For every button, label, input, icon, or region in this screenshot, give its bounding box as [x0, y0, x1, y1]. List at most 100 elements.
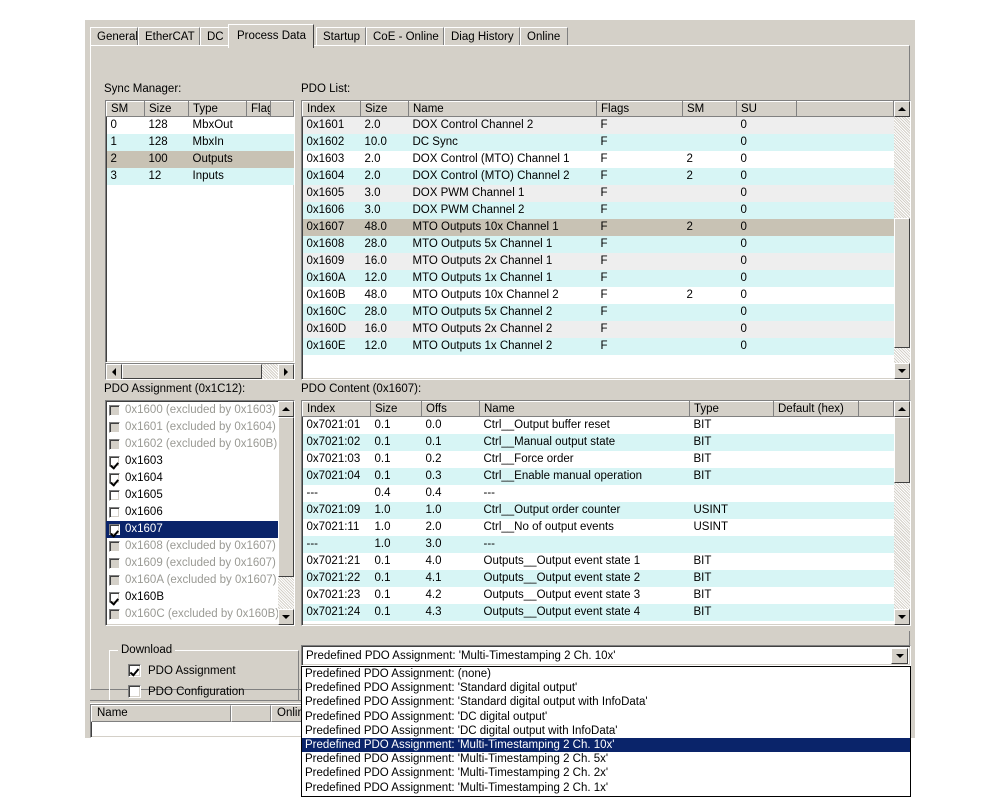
predefined-pdo-assignment-option[interactable]: Predefined PDO Assignment: 'DC digital o…	[302, 724, 910, 738]
scroll-up-button[interactable]	[894, 401, 910, 417]
pdo-list-row[interactable]: 0x1605 3.0 DOX PWM Channel 1F 0	[302, 185, 894, 202]
predefined-pdo-assignment-option[interactable]: Predefined PDO Assignment: 'Standard dig…	[302, 681, 910, 695]
pdo-assignment-item-checkbox[interactable]	[109, 524, 120, 535]
pdo-list-row[interactable]: 0x1609 16.0 MTO Outputs 2x Channel 1F 0	[302, 253, 894, 270]
sync-manager-col-sm[interactable]: SM	[106, 101, 145, 117]
pdo-list-row[interactable]: 0x1602 10.0 DC Sync F 0	[302, 134, 894, 151]
predefined-pdo-assignment-option[interactable]: Predefined PDO Assignment: 'Multi-Timest…	[302, 752, 910, 766]
pdo-content-col-type[interactable]: Type	[689, 401, 774, 417]
predefined-pdo-assignment-option[interactable]: Predefined PDO Assignment: 'Multi-Timest…	[302, 781, 910, 795]
pdo-assignment-item[interactable]: 0x160C (excluded by 0x160B)	[106, 606, 278, 623]
scroll-right-button[interactable]	[278, 364, 294, 379]
pdo-list-col-sm[interactable]: SM	[682, 101, 737, 117]
pdo-content-col-index[interactable]: Index	[302, 401, 371, 417]
pdo-assignment-item-checkbox[interactable]	[109, 507, 120, 518]
scroll-up-button[interactable]	[278, 401, 294, 417]
pdo-list-row[interactable]: 0x160E 12.0 MTO Outputs 1x Channel 2F 0	[302, 338, 894, 355]
tab-startup[interactable]: Startup	[316, 27, 366, 46]
pdo-assignment-item[interactable]: 0x1607	[106, 521, 278, 538]
pdo-content-row[interactable]: 0x7021:03 0.1 0.2 Ctrl__Force order BIT	[302, 451, 894, 468]
scroll-down-button[interactable]	[278, 609, 294, 625]
pdo-list-row[interactable]: 0x1604 2.0 DOX Control (MTO) Channel 2F20	[302, 168, 894, 185]
tab-online[interactable]: Online	[520, 27, 568, 46]
pdo-configuration-checkbox[interactable]	[128, 685, 141, 698]
pdo-list-vscrollbar[interactable]	[894, 101, 910, 379]
predefined-pdo-assignment-option[interactable]: Predefined PDO Assignment: 'Multi-Timest…	[302, 766, 910, 780]
pdo-assignment-item-checkbox[interactable]	[109, 541, 120, 552]
combobox-dropdown-button[interactable]	[891, 648, 908, 664]
sync-manager-col-size[interactable]: Size	[144, 101, 189, 117]
pdo-assignment-item-checkbox[interactable]	[109, 473, 120, 484]
pdo-assignment-item[interactable]: 0x1606	[106, 504, 278, 521]
tab-process-data[interactable]: Process Data	[228, 24, 314, 48]
pdo-content-col-name[interactable]: Name	[479, 401, 690, 417]
pdo-assignment-item[interactable]: 0x1603	[106, 453, 278, 470]
pdo-list-row[interactable]: 0x160B 48.0 MTO Outputs 10x Channel 2F20	[302, 287, 894, 304]
tab-diag-history[interactable]: Diag History	[444, 27, 520, 46]
pdo-list-row[interactable]: 0x1601 2.0 DOX Control Channel 2F 0	[302, 116, 894, 134]
pdo-assignment-item[interactable]: 0x1600 (excluded by 0x1603)	[106, 402, 278, 419]
pdo-content-row[interactable]: 0x7021:09 1.0 1.0 Ctrl__Output order counte…	[302, 502, 894, 519]
pdo-content-row[interactable]: 0x7021:04 0.1 0.3 Ctrl__Enable manual opera…	[302, 468, 894, 485]
pdo-content-col-offs[interactable]: Offs	[421, 401, 480, 417]
pdo-assignment-item[interactable]: 0x160A (excluded by 0x1607)	[106, 572, 278, 589]
pdo-assignment-item[interactable]: 0x1608 (excluded by 0x1607)	[106, 538, 278, 555]
download-pdo-configuration-row[interactable]: PDO Configuration	[128, 685, 245, 698]
predefined-pdo-assignment-option[interactable]: Predefined PDO Assignment: 'Multi-Timest…	[302, 737, 910, 753]
tab-coe-online[interactable]: CoE - Online	[366, 27, 444, 46]
sync-manager-col-type[interactable]: Type	[188, 101, 247, 117]
scroll-left-button[interactable]	[106, 364, 122, 379]
predefined-pdo-assignment-option[interactable]: Predefined PDO Assignment: 'Standard dig…	[302, 695, 910, 709]
tab-ethercat[interactable]: EtherCAT	[138, 27, 200, 46]
pdo-assignment-item-checkbox[interactable]	[109, 592, 120, 603]
scroll-up-button[interactable]	[894, 101, 910, 117]
pdo-assignment-checkbox[interactable]	[128, 664, 141, 677]
pdo-assignment-item-checkbox[interactable]	[109, 456, 120, 467]
hscroll-thumb[interactable]	[122, 364, 262, 379]
pdo-content-row[interactable]: 0x7021:23 0.1 4.2 Outputs__Output event sta…	[302, 587, 894, 604]
sync-manager-col-flags[interactable]: Flags	[246, 101, 271, 117]
pdo-content-row[interactable]: 0x7021:24 0.1 4.3 Outputs__Output event sta…	[302, 604, 894, 621]
pdo-assignment-item[interactable]: 0x1605	[106, 487, 278, 504]
pdo-assignment-item-checkbox[interactable]	[109, 405, 120, 416]
pdo-assignment-item[interactable]: 0x1604	[106, 470, 278, 487]
bottom-grid-col-blank[interactable]	[231, 705, 271, 722]
pdo-list-row[interactable]: 0x160A 12.0 MTO Outputs 1x Channel 1F 0	[302, 270, 894, 287]
predefined-pdo-assignment-combobox[interactable]: Predefined PDO Assignment: 'Multi-Timest…	[301, 645, 911, 666]
pdo-assignment-item[interactable]: 0x160B	[106, 589, 278, 606]
bottom-grid-col-name[interactable]: Name	[91, 705, 231, 722]
predefined-pdo-assignment-dropdown[interactable]: Predefined PDO Assignment: (none) Predefi…	[301, 666, 911, 797]
vscroll-thumb[interactable]	[894, 417, 910, 483]
pdo-content-row[interactable]: 0x7021:21 0.1 4.0 Outputs__Output event sta…	[302, 553, 894, 570]
sync-manager-hscrollbar[interactable]	[105, 363, 295, 380]
pdo-assignment-list[interactable]: 0x1600 (excluded by 0x1603) 0x1601 (exclu…	[106, 401, 278, 625]
pdo-list-row[interactable]: 0x1607 48.0 MTO Outputs 10x Channel 1F20	[302, 219, 894, 236]
pdo-content-row[interactable]: 0x7021:01 0.1 0.0 Ctrl__Output buffer reset…	[302, 416, 894, 434]
vscroll-thumb[interactable]	[278, 417, 294, 577]
pdo-list-row[interactable]: 0x1608 28.0 MTO Outputs 5x Channel 1F 0	[302, 236, 894, 253]
tab-general[interactable]: General	[90, 27, 138, 46]
vscroll-thumb[interactable]	[894, 218, 910, 348]
pdo-assignment-vscrollbar[interactable]	[278, 401, 294, 625]
sync-manager-row[interactable]: 3 12 Inputs	[106, 168, 294, 185]
pdo-content-col-default-hex[interactable]: Default (hex)	[773, 401, 859, 417]
pdo-assignment-item[interactable]: 0x1609 (excluded by 0x1607)	[106, 555, 278, 572]
sync-manager-row[interactable]: 0 128 MbxOut	[106, 116, 294, 134]
pdo-assignment-item-checkbox[interactable]	[109, 609, 120, 620]
pdo-list-col-name[interactable]: Name	[408, 101, 597, 117]
pdo-assignment-item-checkbox[interactable]	[109, 575, 120, 586]
predefined-pdo-assignment-option[interactable]: Predefined PDO Assignment: (none)	[302, 667, 910, 681]
sync-manager-row[interactable]: 2 100 Outputs	[106, 151, 294, 168]
pdo-assignment-item-checkbox[interactable]	[109, 490, 120, 501]
sync-manager-row[interactable]: 1 128 MbxIn	[106, 134, 294, 151]
scroll-down-button[interactable]	[894, 609, 910, 625]
pdo-content-row[interactable]: --- 0.4 0.4 ---	[302, 485, 894, 502]
pdo-list-row[interactable]: 0x1603 2.0 DOX Control (MTO) Channel 1F20	[302, 151, 894, 168]
download-pdo-assignment-row[interactable]: PDO Assignment	[128, 664, 236, 677]
predefined-pdo-assignment-option[interactable]: Predefined PDO Assignment: 'DC digital o…	[302, 710, 910, 724]
pdo-content-row[interactable]: --- 1.0 3.0 ---	[302, 536, 894, 553]
pdo-list-col-flags[interactable]: Flags	[596, 101, 683, 117]
pdo-list-col-index[interactable]: Index	[302, 101, 361, 117]
pdo-assignment-item[interactable]: 0x1602 (excluded by 0x160B)	[106, 436, 278, 453]
pdo-list-row[interactable]: 0x160D 16.0 MTO Outputs 2x Channel 2F 0	[302, 321, 894, 338]
